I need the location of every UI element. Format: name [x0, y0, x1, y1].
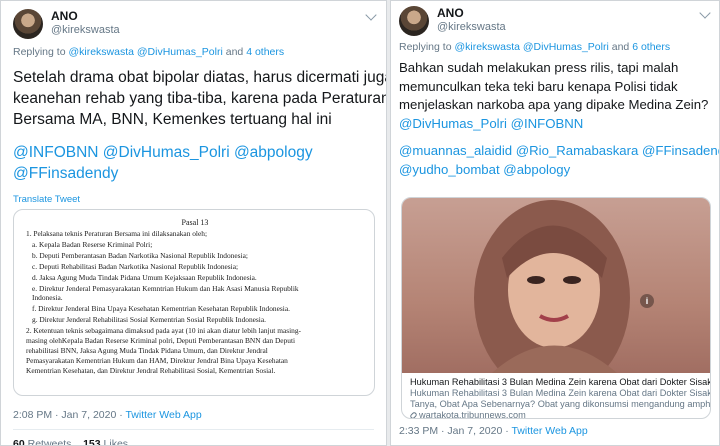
likes-count: 153: [83, 438, 101, 446]
retweets-label: Retweets: [27, 438, 72, 446]
card-domain-text: wartakota.tribunnews.com: [419, 410, 526, 419]
reply-and: and: [611, 41, 630, 53]
chevron-down-icon[interactable]: [365, 9, 377, 21]
reply-prefix: Replying to: [399, 41, 452, 53]
mention-line[interactable]: @muannas_alaidid @Rio_Ramabaskara @FFins…: [399, 142, 719, 161]
card-description: Hukuman Rehabilitasi 3 Bulan Medina Zein…: [410, 388, 711, 410]
document-line: a. Kepala Badan Reserse Kriminal Polri;: [32, 240, 153, 249]
tweet-timestamp: 2:08 PM · Jan 7, 2020 · Twitter Web App: [13, 409, 202, 421]
author-names[interactable]: ANO @kirekswasta: [51, 9, 120, 37]
tweet-body: Bahkan sudah melakukan press rilis, tapi…: [399, 59, 719, 180]
link-preview-card[interactable]: i Hukuman Rehabilitasi 3 Bulan Medina Ze…: [401, 197, 711, 419]
tweet-timestamp: 2:33 PM · Jan 7, 2020 · Twitter Web App: [399, 425, 588, 437]
body-line: menjelaskan narkoba apa yang dipake Medi…: [399, 97, 709, 112]
document-line: g. Direktur Jenderal Rehabilitasi Sosial…: [32, 315, 266, 324]
tweet-stats: 60 Retweets 153 Likes: [13, 438, 129, 446]
reply-and: and: [225, 46, 244, 58]
body-line: Bahkan sudah melakukan press rilis, tapi…: [399, 60, 679, 75]
document-line: Indonesia.: [32, 293, 63, 302]
chevron-down-icon[interactable]: [699, 7, 711, 19]
reply-context: Replying to @kirekswasta @DivHumas_Polri…: [13, 46, 284, 58]
document-line: d. Jaksa Agung Muda Tindak Pidana Umum K…: [32, 273, 257, 282]
tweet-header: ANO @kirekswasta: [399, 6, 506, 36]
tweet-source[interactable]: Twitter Web App: [511, 425, 587, 437]
document-line: c. Deputi Rehabilitasi Badan Narkotika N…: [32, 262, 239, 271]
info-icon[interactable]: i: [640, 294, 654, 308]
retweets-stat[interactable]: 60 Retweets: [13, 438, 72, 446]
reply-others-link[interactable]: 6 others: [632, 41, 670, 53]
tweet-right: ANO @kirekswasta Replying to @kirekswast…: [390, 0, 720, 446]
portrait-image: [474, 200, 630, 373]
document-line: 2. Ketentuan teknis sebagaimana dimaksud…: [26, 326, 302, 335]
card-title[interactable]: Hukuman Rehabilitasi 3 Bulan Medina Zein…: [410, 377, 710, 387]
display-name[interactable]: ANO: [51, 9, 120, 23]
tweet-header: ANO @kirekswasta: [13, 9, 120, 39]
user-handle[interactable]: @kirekswasta: [437, 20, 506, 34]
retweets-count: 60: [13, 438, 25, 446]
attached-document-image[interactable]: Pasal 13 1. Pelaksana teknis Peraturan B…: [13, 209, 375, 396]
tweet-left: ANO @kirekswasta Replying to @kirekswast…: [0, 0, 387, 446]
mention-line[interactable]: @INFOBNN @DivHumas_Polri @abpology: [13, 142, 386, 163]
document-line: 1. Pelaksana teknis Peraturan Bersama in…: [26, 229, 208, 238]
body-line: Setelah drama obat bipolar diatas, harus…: [13, 69, 387, 86]
author-names[interactable]: ANO @kirekswasta: [437, 6, 506, 34]
card-domain: wartakota.tribunnews.com: [409, 410, 526, 419]
card-description-line: Tanya, Obat Apa Sebenarnya? Obat yang di…: [410, 399, 711, 409]
likes-label: Likes: [103, 438, 129, 446]
card-description-line: Hukuman Rehabilitasi 3 Bulan Medina Zein…: [410, 388, 711, 398]
display-name[interactable]: ANO: [437, 6, 506, 20]
link-icon: [409, 411, 418, 418]
document-line: Pemasyarakatan Kementrian Hukum dan HAM,…: [26, 356, 288, 365]
mention-line[interactable]: @FFinsadendy: [13, 163, 386, 184]
tweet-time[interactable]: 2:08 PM · Jan 7, 2020 ·: [13, 409, 123, 421]
document-line: b. Deputi Pemberantasan Badan Narkotika …: [32, 251, 248, 260]
tweet-body: Setelah drama obat bipolar diatas, harus…: [13, 67, 387, 184]
reply-prefix: Replying to: [13, 46, 66, 58]
body-line: Bersama MA, BNN, Kemenkes tertuang hal i…: [13, 111, 332, 128]
article-photo[interactable]: i: [402, 198, 710, 373]
reply-context: Replying to @kirekswasta @DivHumas_Polri…: [399, 41, 670, 53]
tweet-time[interactable]: 2:33 PM · Jan 7, 2020 ·: [399, 425, 509, 437]
avatar[interactable]: [13, 9, 43, 39]
document-heading: Pasal 13: [181, 218, 209, 227]
divider: [13, 429, 374, 430]
document-line: masing olehKepala Badan Reserse Kriminal…: [26, 336, 296, 345]
body-line: keanehan rehab yang tiba-tiba, karena pa…: [13, 90, 387, 107]
reply-mentions[interactable]: @kirekswasta @DivHumas_Polri: [68, 46, 222, 58]
reply-mentions[interactable]: @kirekswasta @DivHumas_Polri: [454, 41, 608, 53]
document-line: e. Direktur Jenderal Pemasyarakatan Kemn…: [32, 284, 299, 293]
translate-tweet-link[interactable]: Translate Tweet: [13, 194, 80, 205]
avatar[interactable]: [399, 6, 429, 36]
document-line: rehabilitasi BNN, Jaksa Agung Muda Tinda…: [26, 346, 268, 355]
user-handle[interactable]: @kirekswasta: [51, 23, 120, 37]
reply-others-link[interactable]: 4 others: [246, 46, 284, 58]
tweet-source[interactable]: Twitter Web App: [125, 409, 201, 421]
document-line: f. Direktur Jenderal Bina Upaya Kesehata…: [32, 304, 290, 313]
mention-line[interactable]: @yudho_bombat @abpology: [399, 161, 719, 180]
mention-line[interactable]: @DivHumas_Polri @INFOBNN: [399, 115, 719, 134]
body-line: memunculkan teka teki baru kenapa Polisi…: [399, 78, 678, 94]
document-line: Kementrian Kesehatan, dan Direktur Jendr…: [26, 366, 276, 375]
likes-stat[interactable]: 153 Likes: [83, 438, 129, 446]
